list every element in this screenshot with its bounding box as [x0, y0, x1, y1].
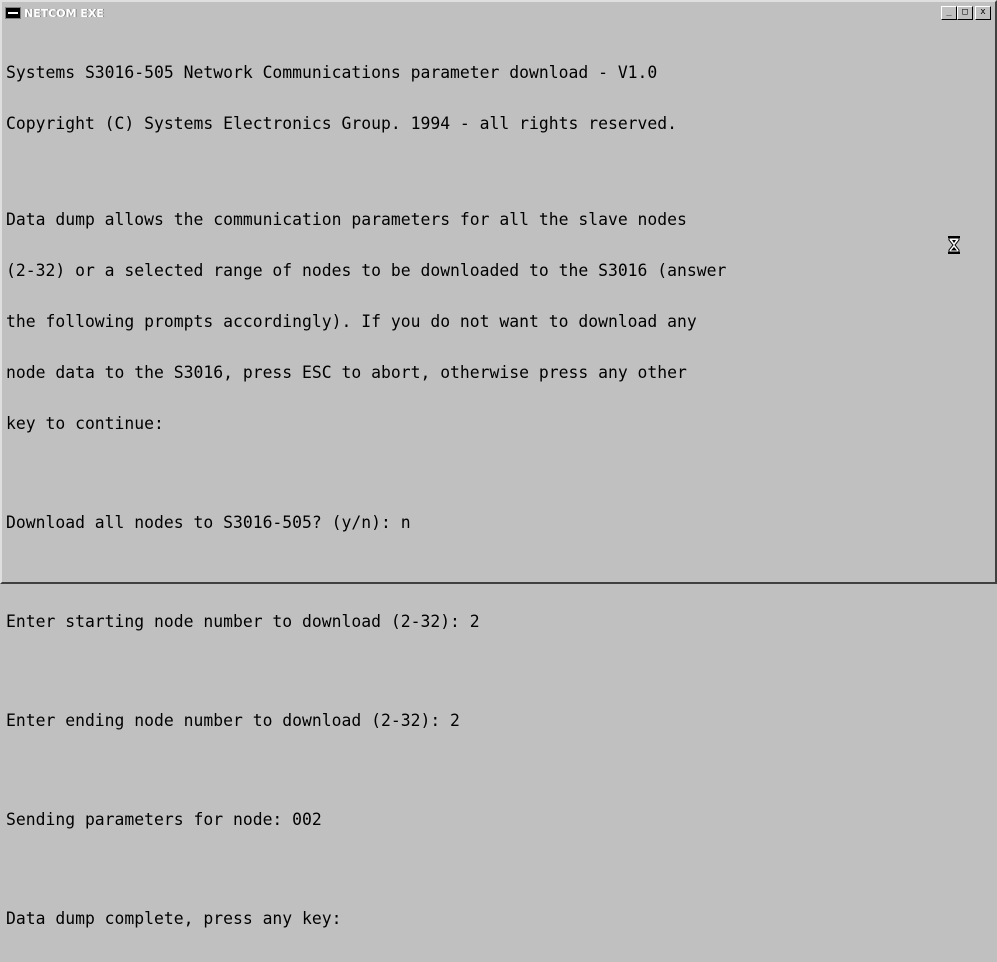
intro-line: (2-32) or a selected range of nodes to b…	[6, 261, 727, 280]
console-output[interactable]: Systems S3016-505 Network Communications…	[6, 30, 987, 927]
window-title: NETCOM EXE	[24, 6, 104, 20]
prompt-line: Data dump complete, press any key:	[6, 909, 342, 928]
prompt-line: Sending parameters for node: 002	[6, 810, 322, 829]
msdos-icon[interactable]	[5, 7, 21, 19]
console-window: NETCOM EXE _ □ x Systems S3016-505 Netwo…	[0, 0, 997, 927]
title-buttons: _ □ x	[941, 6, 991, 20]
intro-line: the following prompts accordingly). If y…	[6, 312, 697, 331]
header-line: Copyright (C) Systems Electronics Group.…	[6, 114, 678, 133]
close-button[interactable]: x	[975, 6, 991, 20]
prompt-line: Download all nodes to S3016-505? (y/n): …	[6, 513, 411, 532]
intro-line: Data dump allows the communication param…	[6, 210, 687, 229]
prompt-line: Enter ending node number to download (2-…	[6, 711, 460, 730]
minimize-button[interactable]: _	[941, 6, 957, 20]
header-line: Systems S3016-505 Network Communications…	[6, 63, 658, 82]
intro-line: key to continue:	[6, 414, 164, 433]
title-bar[interactable]: NETCOM EXE _ □ x	[2, 2, 995, 24]
hourglass-icon	[948, 236, 960, 254]
prompt-line: Enter starting node number to download (…	[6, 612, 480, 631]
maximize-button[interactable]: □	[957, 6, 973, 20]
intro-line: node data to the S3016, press ESC to abo…	[6, 363, 687, 382]
